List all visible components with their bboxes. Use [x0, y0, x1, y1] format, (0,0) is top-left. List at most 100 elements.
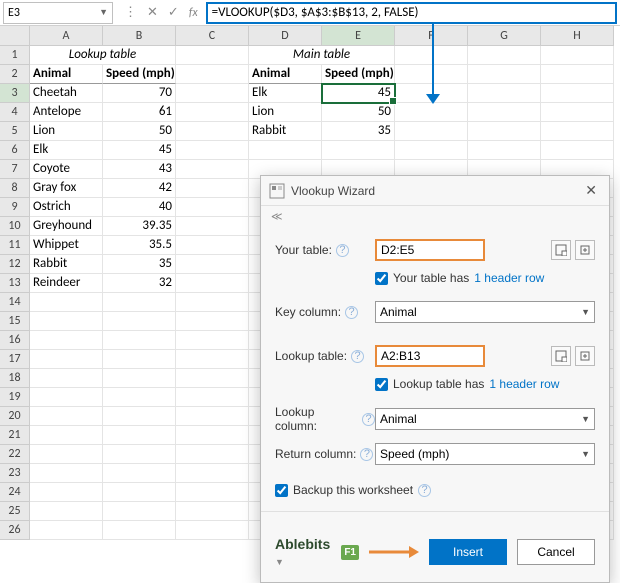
cell[interactable] [176, 331, 249, 350]
row-header[interactable]: 1 [0, 46, 30, 65]
expand-range-icon[interactable] [575, 346, 595, 366]
header-row-link[interactable]: 1 header row [474, 271, 544, 285]
row-header[interactable]: 7 [0, 160, 30, 179]
cell[interactable] [176, 255, 249, 274]
cell[interactable] [30, 312, 103, 331]
cell[interactable] [541, 122, 614, 141]
cell[interactable] [468, 141, 541, 160]
name-box[interactable]: E3 ▼ [3, 2, 113, 24]
cell[interactable]: Rabbit [249, 122, 322, 141]
cell[interactable] [103, 521, 176, 540]
cell[interactable] [103, 483, 176, 502]
cell[interactable] [103, 426, 176, 445]
cell[interactable] [176, 445, 249, 464]
cell[interactable] [468, 84, 541, 103]
select-range-icon[interactable] [551, 240, 571, 260]
row-header[interactable]: 6 [0, 141, 30, 160]
row-header[interactable]: 25 [0, 502, 30, 521]
col-header[interactable]: B [103, 26, 176, 46]
row-header[interactable]: 4 [0, 103, 30, 122]
cell[interactable] [176, 217, 249, 236]
cell[interactable]: 50 [322, 103, 395, 122]
cell[interactable] [30, 521, 103, 540]
cell[interactable]: Speed (mph) [322, 65, 395, 84]
select-lookup-column[interactable]: Animal▼ [375, 408, 595, 430]
cancel-button[interactable]: Cancel [517, 539, 595, 565]
cell[interactable]: Reindeer [30, 274, 103, 293]
cell[interactable] [541, 46, 614, 65]
fx-icon[interactable]: fx [189, 6, 198, 20]
row-header[interactable]: 14 [0, 293, 30, 312]
cell[interactable] [468, 103, 541, 122]
cell[interactable] [176, 198, 249, 217]
cell[interactable] [176, 141, 249, 160]
cell[interactable]: Animal [249, 65, 322, 84]
row-header[interactable]: 18 [0, 369, 30, 388]
close-icon[interactable]: ✕ [581, 182, 601, 199]
row-header[interactable]: 10 [0, 217, 30, 236]
wizard-back-icon[interactable]: ≪ [261, 206, 609, 227]
cell[interactable] [30, 445, 103, 464]
cell[interactable] [249, 141, 322, 160]
help-icon[interactable]: ? [362, 413, 375, 426]
cell[interactable] [176, 84, 249, 103]
cell[interactable]: Lion [30, 122, 103, 141]
input-lookup-table[interactable]: A2:B13 [375, 345, 485, 367]
row-header[interactable]: 26 [0, 521, 30, 540]
cell[interactable] [176, 388, 249, 407]
cell[interactable] [541, 141, 614, 160]
cell[interactable]: 50 [103, 122, 176, 141]
cell[interactable]: Animal [30, 65, 103, 84]
row-header[interactable]: 15 [0, 312, 30, 331]
cell[interactable]: 40 [103, 198, 176, 217]
cell[interactable]: 39.35 [103, 217, 176, 236]
cell[interactable]: Whippet [30, 236, 103, 255]
cell[interactable] [30, 293, 103, 312]
col-header[interactable]: G [468, 26, 541, 46]
col-header[interactable]: E [322, 26, 395, 46]
cell[interactable] [103, 293, 176, 312]
cell[interactable] [176, 46, 249, 65]
cell[interactable] [176, 350, 249, 369]
f1-badge[interactable]: F1 [341, 545, 359, 560]
row-header[interactable]: 11 [0, 236, 30, 255]
row-header[interactable]: 9 [0, 198, 30, 217]
cell[interactable]: Elk [30, 141, 103, 160]
row-header[interactable]: 8 [0, 179, 30, 198]
cell[interactable] [541, 103, 614, 122]
cell[interactable] [176, 521, 249, 540]
row-header[interactable]: 19 [0, 388, 30, 407]
cell[interactable] [176, 407, 249, 426]
select-range-icon[interactable] [551, 346, 571, 366]
insert-button[interactable]: Insert [429, 539, 507, 565]
cell[interactable] [103, 331, 176, 350]
header-row-link[interactable]: 1 header row [489, 377, 559, 391]
cell[interactable]: Antelope [30, 103, 103, 122]
cell[interactable] [176, 274, 249, 293]
cell[interactable] [103, 445, 176, 464]
cell[interactable] [30, 331, 103, 350]
row-header[interactable]: 21 [0, 426, 30, 445]
cell[interactable] [322, 141, 395, 160]
cell[interactable]: 35 [103, 255, 176, 274]
cell[interactable] [103, 312, 176, 331]
cell[interactable] [30, 369, 103, 388]
cell[interactable]: Lion [249, 103, 322, 122]
cell[interactable]: Elk [249, 84, 322, 103]
cell[interactable] [103, 464, 176, 483]
cell[interactable]: 61 [103, 103, 176, 122]
cell[interactable]: 32 [103, 274, 176, 293]
cell[interactable] [468, 122, 541, 141]
cell[interactable] [395, 122, 468, 141]
cell[interactable]: Gray fox [30, 179, 103, 198]
row-header[interactable]: 13 [0, 274, 30, 293]
cell[interactable] [176, 369, 249, 388]
checkbox-backup[interactable] [275, 484, 288, 497]
cell[interactable] [176, 160, 249, 179]
help-icon[interactable]: ? [351, 350, 364, 363]
row-header[interactable]: 24 [0, 483, 30, 502]
cell[interactable] [176, 65, 249, 84]
cell[interactable] [30, 502, 103, 521]
help-icon[interactable]: ? [336, 244, 349, 257]
cell[interactable] [468, 46, 541, 65]
